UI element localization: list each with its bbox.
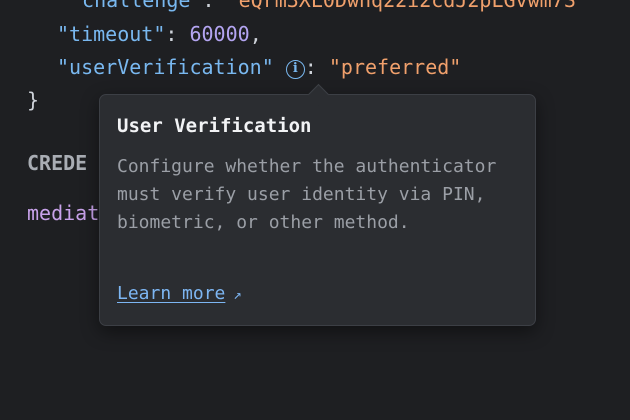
- json-key-user-verification: "userVerification": [57, 55, 274, 79]
- code-line-mediation: mediat: [27, 201, 100, 225]
- json-comma: ,: [249, 22, 262, 46]
- code-line-user-verification: "userVerification" i: "preferred": [57, 51, 461, 83]
- code-line-timeout: "timeout": 60000,: [57, 18, 262, 50]
- code-line-challenge: "challenge": "eQrm3XL0Dwhq22i2cdJ2pLGvwm…: [70, 0, 576, 16]
- json-key-timeout: "timeout": [57, 22, 166, 46]
- code-line-close-brace: }: [27, 88, 40, 112]
- json-key-challenge: "challenge": [70, 0, 203, 12]
- json-separator: :: [304, 55, 329, 79]
- external-link-icon: ↗: [233, 287, 242, 303]
- learn-more-link[interactable]: Learn more ↗: [117, 283, 242, 304]
- learn-more-label: Learn more: [117, 283, 226, 304]
- tooltip-body: Configure whether the authenticator must…: [117, 156, 497, 233]
- code-line-credentials-label: CREDE: [27, 151, 88, 175]
- json-separator: :: [165, 22, 190, 46]
- info-circle-icon[interactable]: i: [285, 60, 305, 79]
- json-value-timeout: 60000: [189, 22, 250, 46]
- json-separator: :: [202, 0, 227, 12]
- json-value-challenge: "eQrm3XL0Dwhq22i2cdJ2pLGvwm7S: [226, 0, 576, 12]
- info-tooltip: User Verification Configure whether the …: [99, 83, 536, 326]
- json-value-user-verification: "preferred": [328, 55, 462, 79]
- tooltip-title: User Verification: [117, 115, 312, 137]
